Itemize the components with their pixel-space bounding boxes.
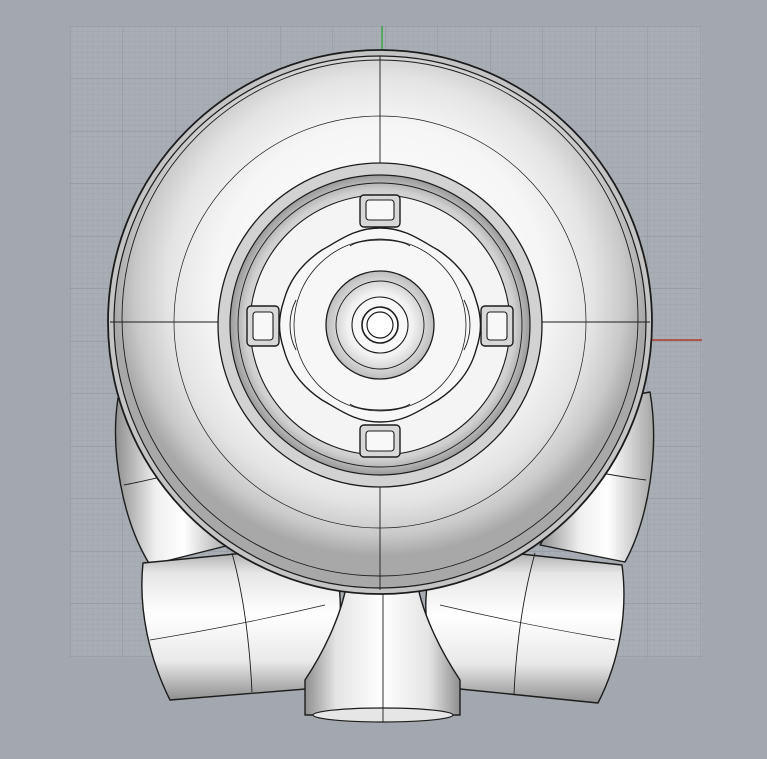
- fixture-tab-left[interactable]: [246, 305, 280, 347]
- viewport-canvas: [70, 26, 702, 723]
- fixture-tab-right[interactable]: [480, 305, 514, 347]
- fixture-tab-bottom[interactable]: [359, 424, 401, 458]
- pump-housing-model[interactable]: [107, 49, 655, 723]
- viewport-top-view[interactable]: [0, 0, 767, 759]
- hub-bore-inner[interactable]: [366, 311, 394, 339]
- fixture-tab-top[interactable]: [359, 194, 401, 228]
